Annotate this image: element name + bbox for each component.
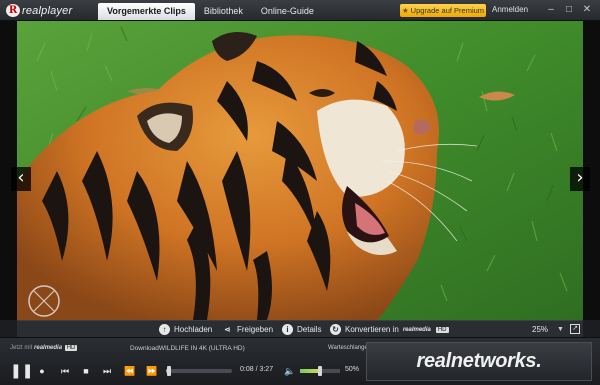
cloud-upload-icon: ↑ [159,324,170,335]
app-logo: R realplayer [6,4,72,17]
volume-level [300,369,320,373]
upgrade-label: Upgrade auf Premium [410,6,485,15]
tiger-video-image [17,21,583,320]
details-button[interactable]: i Details [282,321,321,338]
share-label: Freigeben [237,325,274,334]
skip-back-icon: ⏮ [60,366,70,376]
next-track-button[interactable]: ⏭ [101,364,113,378]
now-with-promo[interactable]: Jetzt mit realmedia HD [10,345,78,351]
now-with-hd-badge: HD [64,345,78,351]
rewind-button[interactable]: ⏪ [124,364,136,378]
video-frame[interactable] [17,21,583,320]
record-icon: ● [39,366,45,376]
previous-track-button[interactable]: ⏮ [59,364,71,378]
video-stage: ‹ › [0,21,600,320]
hd-badge: HD [435,326,449,333]
fast-forward-button[interactable]: ⏩ [146,364,158,378]
star-icon: ★ [401,6,409,15]
details-label: Details [297,325,322,334]
minimize-icon[interactable]: – [545,4,557,16]
skip-forward-icon: ⏭ [102,366,112,376]
realplayer-logo-icon: R [6,4,20,17]
signin-link[interactable]: Anmelden [492,5,528,14]
playback-time: 0:08 / 3:27 [240,366,274,373]
zoom-level[interactable]: 25% [532,321,548,338]
convert-brand: realmedia [402,326,431,333]
pause-button[interactable]: ❚❚ [10,362,33,378]
seek-handle[interactable] [166,366,171,376]
chevron-right-icon: › [576,167,584,188]
close-icon[interactable]: ✕ [581,4,593,16]
stop-button[interactable]: ■ [80,364,92,378]
fast-forward-icon: ⏩ [146,366,158,376]
info-icon: i [282,324,293,335]
volume-percent: 50% [345,366,360,373]
maximize-icon[interactable]: □ [563,4,575,16]
tab-bibliothek[interactable]: Bibliothek [195,3,252,20]
app-logo-text: realplayer [22,4,73,17]
next-clip-button[interactable]: › [570,167,590,191]
chevron-down-icon[interactable]: ▼ [557,321,564,338]
previous-clip-button[interactable]: ‹ [11,167,31,191]
tab-vorgemerkte-clips[interactable]: Vorgemerkte Clips [98,3,195,20]
upload-label: Hochladen [174,325,213,334]
title-bar: R realplayer Vorgemerkte Clips Bibliothe… [0,0,600,21]
volume-handle[interactable] [318,366,322,376]
share-button[interactable]: ⋖ Freigeben [222,321,273,338]
volume-slider[interactable] [300,366,340,376]
stop-dot-button[interactable]: ● [37,364,47,378]
action-bar: ↑ Hochladen ⋖ Freigeben i Details ↻ Konv… [17,320,583,337]
convert-icon: ↻ [330,324,341,335]
tab-online-guide[interactable]: Online-Guide [252,3,323,20]
rewind-icon: ⏪ [124,366,136,376]
convert-label: Konvertieren in [345,325,399,334]
upload-button[interactable]: ↑ Hochladen [159,321,212,338]
pause-icon: ❚❚ [10,362,34,378]
now-with-label: Jetzt mit [10,345,33,351]
share-icon: ⋖ [224,325,231,334]
volume-button[interactable]: 🔈 [284,364,296,378]
now-playing-title: DownloadWILDLIFE IN 4K (ULTRA HD) [130,345,245,352]
stop-icon: ■ [83,366,89,376]
chevron-left-icon: ‹ [17,167,25,188]
realnetworks-logo: realnetworks. [366,342,592,381]
seek-bar[interactable] [166,366,232,376]
speaker-icon: 🔈 [284,366,296,376]
upgrade-premium-button[interactable]: ★ Upgrade auf Premium [400,4,486,17]
queue-button[interactable]: Warteschlange [328,345,368,351]
main-tabs: Vorgemerkte Clips Bibliothek Online-Guid… [98,3,323,21]
now-with-brand: realmedia [34,345,63,351]
playback-bar: Jetzt mit realmedia HD DownloadWILDLIFE … [0,337,600,385]
popout-icon[interactable]: ↗ [570,324,580,334]
convert-button[interactable]: ↻ Konvertieren in realmedia HD [330,321,449,338]
